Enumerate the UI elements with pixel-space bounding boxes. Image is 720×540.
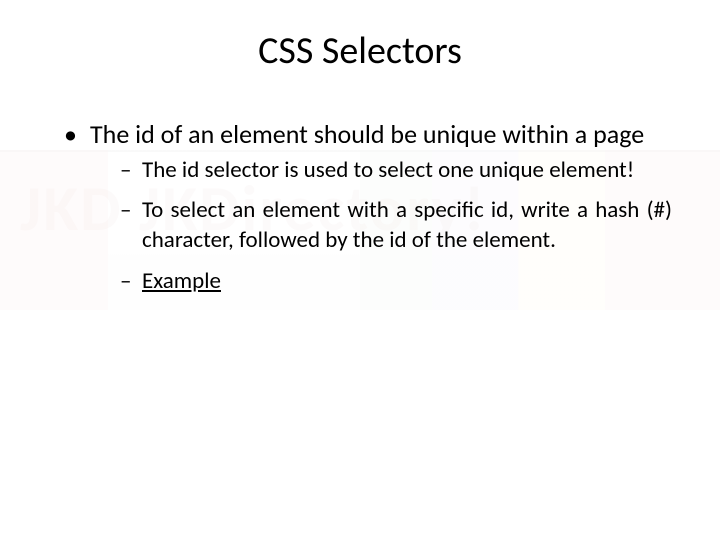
slide-body: CSS Selectors The id of an element shoul… — [0, 0, 720, 296]
slide-title: CSS Selectors — [48, 28, 672, 74]
sub-bullet-list: The id selector is used to select one un… — [90, 155, 672, 296]
sub-bullet-item: To select an element with a specific id,… — [124, 195, 672, 256]
sub-bullet-text: To select an element with a specific id,… — [142, 196, 672, 254]
example-link[interactable]: Example — [142, 267, 221, 295]
bullet-text: The id of an element should be unique wi… — [90, 118, 644, 150]
sub-bullet-item: Example — [124, 266, 672, 296]
sub-bullet-text: The id selector is used to select one un… — [142, 156, 634, 184]
sub-bullet-item: The id selector is used to select one un… — [124, 155, 672, 185]
bullet-list: The id of an element should be unique wi… — [48, 118, 672, 296]
bullet-item: The id of an element should be unique wi… — [70, 118, 672, 296]
